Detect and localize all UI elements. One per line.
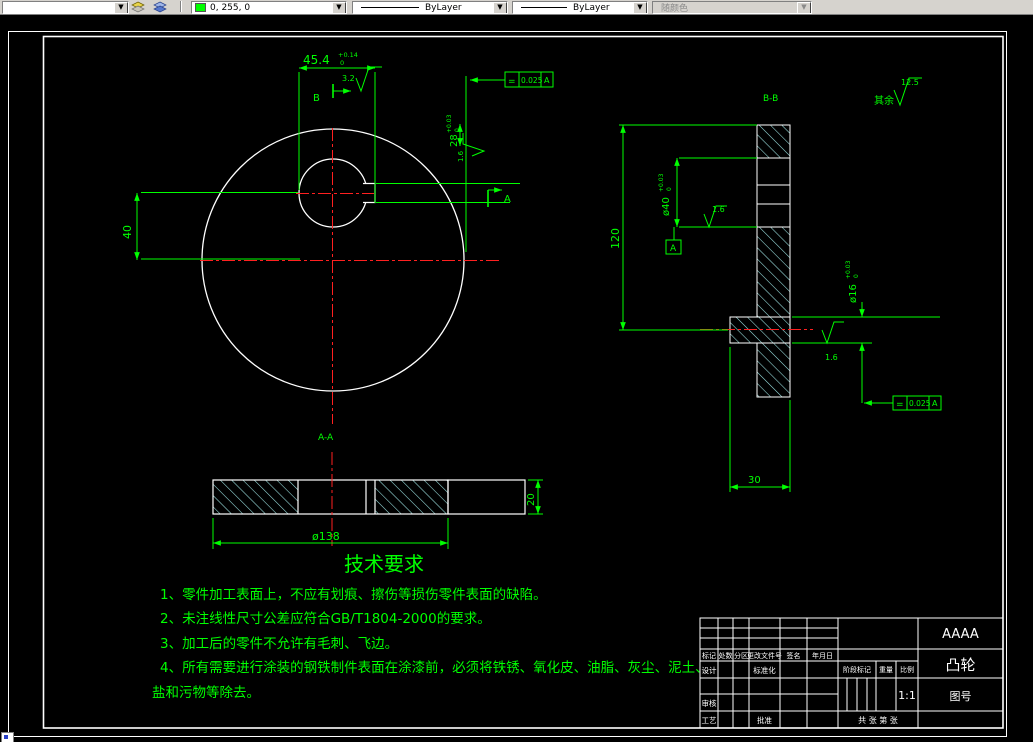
- dim-offset-value: 40: [121, 225, 134, 239]
- tech-req-title: 技术要求: [344, 552, 424, 576]
- bottom-section-label: A-A: [318, 433, 334, 443]
- tb-scale-value: 1:1: [898, 689, 916, 702]
- roughness-icon: [355, 66, 382, 93]
- tb-header-zone: 分区: [734, 651, 748, 660]
- dim-bore-value: ø40: [661, 197, 672, 216]
- front-fcf-value: 0.025: [521, 76, 543, 85]
- tb-header-date: 年月日: [812, 651, 833, 660]
- bottom-section-view: A-A ø138 20: [212, 433, 543, 549]
- tb-row-design: 设计: [702, 665, 717, 675]
- dim-bore-tol-hi: +0.03: [658, 173, 665, 192]
- tb-header-sign: 签名: [787, 651, 801, 660]
- datum-a-label: A: [670, 244, 677, 254]
- side-hatched-blocks: [729, 124, 791, 398]
- tb-scale-label: 比例: [900, 665, 914, 674]
- title-block: 标记 处数 分区 更改文件号 签名 年月日 设计 标准化 审核 工艺 批准 阶段…: [699, 617, 1004, 729]
- roughness-bore-value: 1.6: [712, 205, 725, 214]
- roughness-keyway-value: 3.2: [342, 74, 355, 83]
- tb-row-standardization: 标准化: [753, 665, 776, 675]
- section-arrow-b-label: B: [313, 93, 320, 104]
- section-arrow-a-label: A: [504, 194, 511, 205]
- others-roughness-value: 12.5: [901, 78, 919, 87]
- tb-stage-label: 阶段标记: [843, 665, 871, 674]
- drawing-canvas: 45.4 +0.14 0 3.2 40 28 +0.03 0 1.6 B A =…: [8, 31, 1007, 737]
- dim-width-value: 30: [748, 475, 761, 486]
- tb-part-name: 凸轮: [945, 656, 975, 674]
- sheet-border: [8, 31, 1007, 737]
- front-view: 45.4 +0.14 0 3.2 40 28 +0.03 0 1.6 B A =…: [121, 51, 554, 424]
- side-fcf-symbol: =: [896, 400, 904, 410]
- front-dimension-lines: [134, 65, 520, 260]
- roughness-icon: [821, 321, 844, 345]
- others-roughness-label: 其余: [874, 94, 894, 107]
- dim-key-tol-lo: 0: [454, 128, 461, 132]
- technical-requirements: 技术要求 1、零件加工表面上，不应有划痕、擦伤等损伤零件表面的缺陷。 2、未注线…: [152, 552, 709, 701]
- dim-key-tol-hi: +0.03: [446, 114, 453, 133]
- tech-req-line: 盐和污物等除去。: [152, 684, 260, 701]
- dim-bore-tol-lo: 0: [666, 187, 673, 191]
- tb-row-approve: 批准: [757, 715, 772, 725]
- tb-company: AAAA: [942, 627, 979, 642]
- dim-boss-value: ø16: [848, 284, 859, 303]
- tb-sheet-note: 共 张 第 张: [858, 715, 898, 725]
- side-bore-outline: [756, 157, 791, 228]
- dim-diameter-value: ø138: [312, 530, 340, 543]
- front-fcf-datum: A: [544, 76, 550, 85]
- dim-boss-tol-lo: 0: [853, 274, 860, 278]
- tb-header-mark: 标记: [702, 651, 716, 660]
- dim-keyway-width-value: 45.4: [303, 53, 330, 67]
- status-bar-icon: [1, 732, 14, 742]
- tb-weight-label: 重量: [879, 666, 893, 674]
- tb-header-change-file: 更改文件号: [747, 651, 782, 660]
- tech-req-line: 1、零件加工表面上，不应有划痕、擦伤等损伤零件表面的缺陷。: [160, 586, 547, 603]
- roughness-key-value: 1.6: [825, 353, 838, 362]
- dim-boss-tol-hi: +0.03: [845, 260, 852, 279]
- tech-req-line: 2、未注线性尺寸公差应符合GB/T1804-2000的要求。: [160, 610, 491, 627]
- front-fcf-symbol: =: [508, 77, 516, 87]
- dim-height-value: 120: [609, 228, 622, 249]
- tb-row-process: 工艺: [702, 716, 717, 725]
- slab-hatch-left: [213, 480, 298, 514]
- tb-header-count: 处数: [719, 651, 733, 660]
- tb-row-check: 审核: [702, 698, 717, 708]
- centerlines-front: [200, 128, 500, 424]
- cad-application-window: ▼ 0, 255, 0 ▼ ByLayer ▼ ByLayer ▼ 随颜色 ▼ …: [0, 0, 1033, 742]
- dim-thickness-value: 20: [526, 493, 537, 506]
- tech-req-line: 4、所有需要进行涂装的钢铁制件表面在涂漆前，必须将铁锈、氧化皮、油脂、灰尘、泥土…: [160, 659, 709, 676]
- tb-drawing-no: 图号: [950, 690, 972, 703]
- dim-keyway-width-tol-hi: +0.14: [338, 51, 358, 59]
- side-fcf-datum: A: [932, 399, 938, 408]
- roughness-side-value: 1.6: [457, 150, 465, 162]
- side-section-label: B-B: [763, 94, 778, 104]
- dim-keyway-width-tol-lo: 0: [340, 59, 344, 67]
- tech-req-line: 3、加工后的零件不允许有毛刺、飞边。: [160, 636, 398, 652]
- slab-hatch-right: [375, 480, 448, 514]
- side-fcf-value: 0.025: [909, 399, 931, 408]
- dim-key-value: 28: [449, 134, 460, 147]
- side-section-view: B-B 其余 12.5 120 ø40 +0.03 0 ø16 +0.03 0 …: [609, 77, 942, 492]
